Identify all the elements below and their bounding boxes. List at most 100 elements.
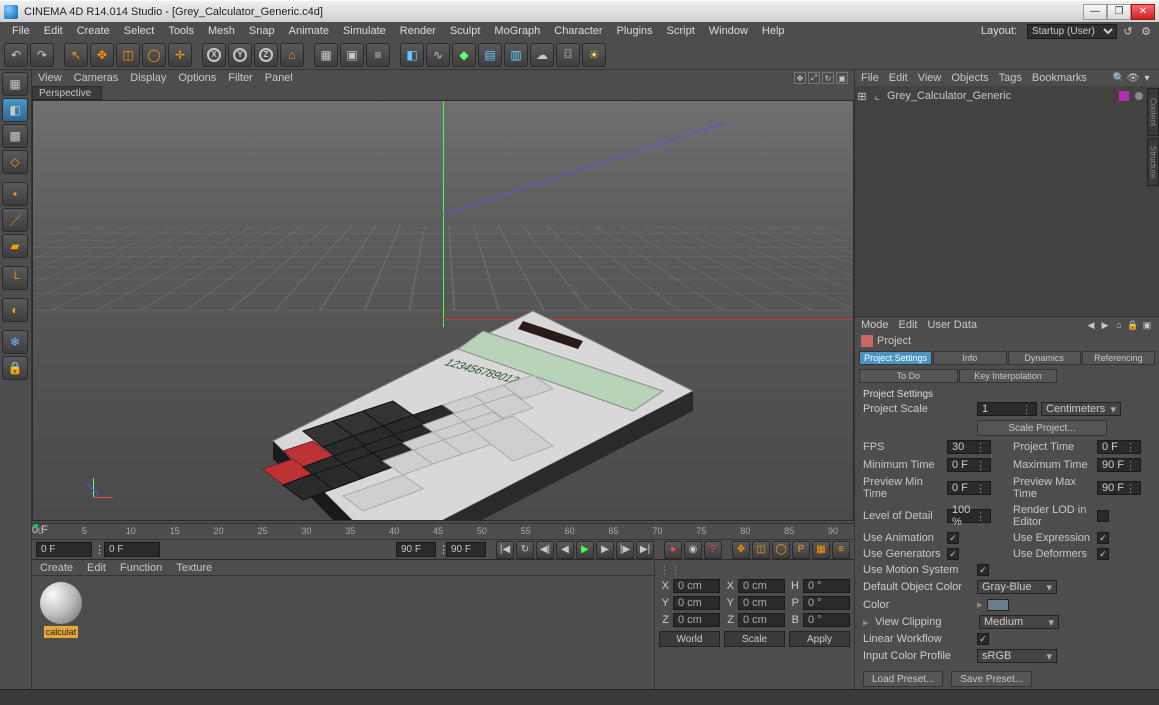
key-pla-button[interactable]: ▦ [812, 541, 830, 559]
vp-menu-display[interactable]: Display [130, 72, 166, 84]
coord-scale-select[interactable]: Scale [724, 631, 785, 647]
vp-menu-panel[interactable]: Panel [265, 72, 293, 84]
goto-end-button[interactable]: ▶| [636, 541, 654, 559]
menu-simulate[interactable]: Simulate [337, 23, 392, 39]
key-all-button[interactable]: ≡ [832, 541, 850, 559]
object-name[interactable]: Grey_Calculator_Generic [887, 90, 1115, 102]
om-search-icon[interactable]: 🔍 [1113, 72, 1125, 84]
visibility-dot-icon[interactable] [1135, 92, 1143, 100]
prev-key-button[interactable]: ◀| [536, 541, 554, 559]
menu-file[interactable]: File [6, 23, 36, 39]
prev-frame-button[interactable]: ◀ [556, 541, 574, 559]
icp-select[interactable]: sRGB [977, 649, 1057, 663]
key-param-button[interactable]: P [792, 541, 810, 559]
tab-referencing[interactable]: Referencing [1082, 351, 1155, 365]
vc-select[interactable]: Medium [979, 615, 1059, 629]
key-scale-button[interactable]: ◫ [752, 541, 770, 559]
rot-h-field[interactable]: 0 ° [803, 579, 850, 593]
add-light-button[interactable]: ☀ [582, 43, 606, 67]
x-axis-button[interactable]: X [202, 43, 226, 67]
menu-animate[interactable]: Animate [283, 23, 335, 39]
pos-x-field[interactable]: 0 cm [673, 579, 720, 593]
attr-next-icon[interactable]: ▶ [1099, 319, 1111, 331]
layout-revert-icon[interactable]: ↺ [1121, 24, 1135, 38]
range-end-b-field[interactable]: 90 F [446, 542, 486, 557]
vp-pan-icon[interactable]: ✥ [794, 72, 806, 84]
menu-select[interactable]: Select [118, 23, 161, 39]
restore-button[interactable]: ❐ [1107, 4, 1131, 20]
vp-menu-options[interactable]: Options [178, 72, 216, 84]
range-end-a-field[interactable]: 90 F [396, 542, 436, 557]
redo-button[interactable]: ↷ [30, 43, 54, 67]
om-menu-objects[interactable]: Objects [951, 72, 988, 84]
add-environment-button[interactable]: ☁ [530, 43, 554, 67]
object-row[interactable]: ⊞ ⌞ Grey_Calculator_Generic [857, 88, 1157, 104]
workplane-mode-button[interactable]: ◇ [2, 150, 28, 174]
y-axis-button[interactable]: Y [228, 43, 252, 67]
tab-dynamics[interactable]: Dynamics [1008, 351, 1081, 365]
tab-project-settings[interactable]: Project Settings [859, 351, 932, 365]
keyframe-sel-button[interactable]: ? [704, 541, 722, 559]
timeline-ruler[interactable]: 051015202530354045505560657075808590 0 F [32, 523, 854, 539]
scale-project-button[interactable]: Scale Project... [977, 420, 1107, 436]
content-browser-tab[interactable]: Content [1147, 88, 1159, 136]
om-menu-tags[interactable]: Tags [999, 72, 1022, 84]
vp-menu-cameras[interactable]: Cameras [74, 72, 119, 84]
vp-max-icon[interactable]: ▣ [836, 72, 848, 84]
rot-b-field[interactable]: 0 ° [803, 613, 850, 627]
coord-world-select[interactable]: World [659, 631, 720, 647]
render-settings-button[interactable]: ≡ [366, 43, 390, 67]
tab-todo[interactable]: To Do [859, 369, 958, 383]
key-rot-button[interactable]: ◯ [772, 541, 790, 559]
render-view-button[interactable]: ▦ [314, 43, 338, 67]
add-camera-button[interactable]: ⌼ [556, 43, 580, 67]
mat-menu-function[interactable]: Function [120, 562, 162, 574]
add-nurbs-button[interactable]: ◆ [452, 43, 476, 67]
key-pos-button[interactable]: ✥ [732, 541, 750, 559]
attr-menu-edit[interactable]: Edit [899, 319, 918, 331]
fps-field[interactable]: 30 [947, 440, 991, 454]
goto-start-button[interactable]: |◀ [496, 541, 514, 559]
project-time-field[interactable]: 0 F [1097, 440, 1141, 454]
mat-menu-create[interactable]: Create [40, 562, 73, 574]
play-button[interactable]: ▶ [576, 541, 594, 559]
max-time-field[interactable]: 90 F [1097, 458, 1141, 472]
autokey-button[interactable]: ◉ [684, 541, 702, 559]
close-button[interactable]: ✕ [1131, 4, 1155, 20]
coord-apply-button[interactable]: Apply [789, 631, 850, 647]
current-frame-field[interactable]: 0 F [104, 542, 160, 557]
pmin-field[interactable]: 0 F [947, 481, 991, 495]
lod-field[interactable]: 100 % [947, 509, 991, 523]
om-menu-view[interactable]: View [918, 72, 942, 84]
range-start-field[interactable]: 0 F [36, 542, 92, 557]
menu-character[interactable]: Character [548, 23, 608, 39]
expr-check[interactable] [1097, 532, 1109, 544]
vp-menu-view[interactable]: View [38, 72, 62, 84]
gen-check[interactable] [947, 548, 959, 560]
attr-prev-icon[interactable]: ◀ [1085, 319, 1097, 331]
menu-sculpt[interactable]: Sculpt [444, 23, 487, 39]
om-menu-file[interactable]: File [861, 72, 879, 84]
om-menu-edit[interactable]: Edit [889, 72, 908, 84]
scale-tool-button[interactable]: ◫ [116, 43, 140, 67]
attr-new-icon[interactable]: ▣ [1141, 319, 1153, 331]
size-z-field[interactable]: 0 cm [738, 613, 785, 627]
menu-plugins[interactable]: Plugins [611, 23, 659, 39]
om-view-icon[interactable]: 👁 [1127, 72, 1139, 84]
model-mode-button[interactable]: ◧ [2, 98, 28, 122]
load-preset-button[interactable]: Load Preset... [863, 671, 943, 687]
project-scale-field[interactable]: 1 [977, 402, 1037, 416]
menu-edit[interactable]: Edit [38, 23, 69, 39]
structure-tab[interactable]: Structure [1147, 138, 1159, 186]
menu-help[interactable]: Help [756, 23, 791, 39]
vp-zoom-icon[interactable]: ⤢ [808, 72, 820, 84]
anim-check[interactable] [947, 532, 959, 544]
perspective-viewport[interactable]: 123456789012 [32, 100, 854, 521]
rotate-tool-button[interactable]: ◯ [142, 43, 166, 67]
z-axis-button[interactable]: Z [254, 43, 278, 67]
om-menu-bookmarks[interactable]: Bookmarks [1032, 72, 1087, 84]
tab-info[interactable]: Info [933, 351, 1006, 365]
snap-button[interactable]: ❄ [2, 330, 28, 354]
polygon-mode-button[interactable]: ▰ [2, 234, 28, 258]
attr-menu-userdata[interactable]: User Data [928, 319, 978, 331]
